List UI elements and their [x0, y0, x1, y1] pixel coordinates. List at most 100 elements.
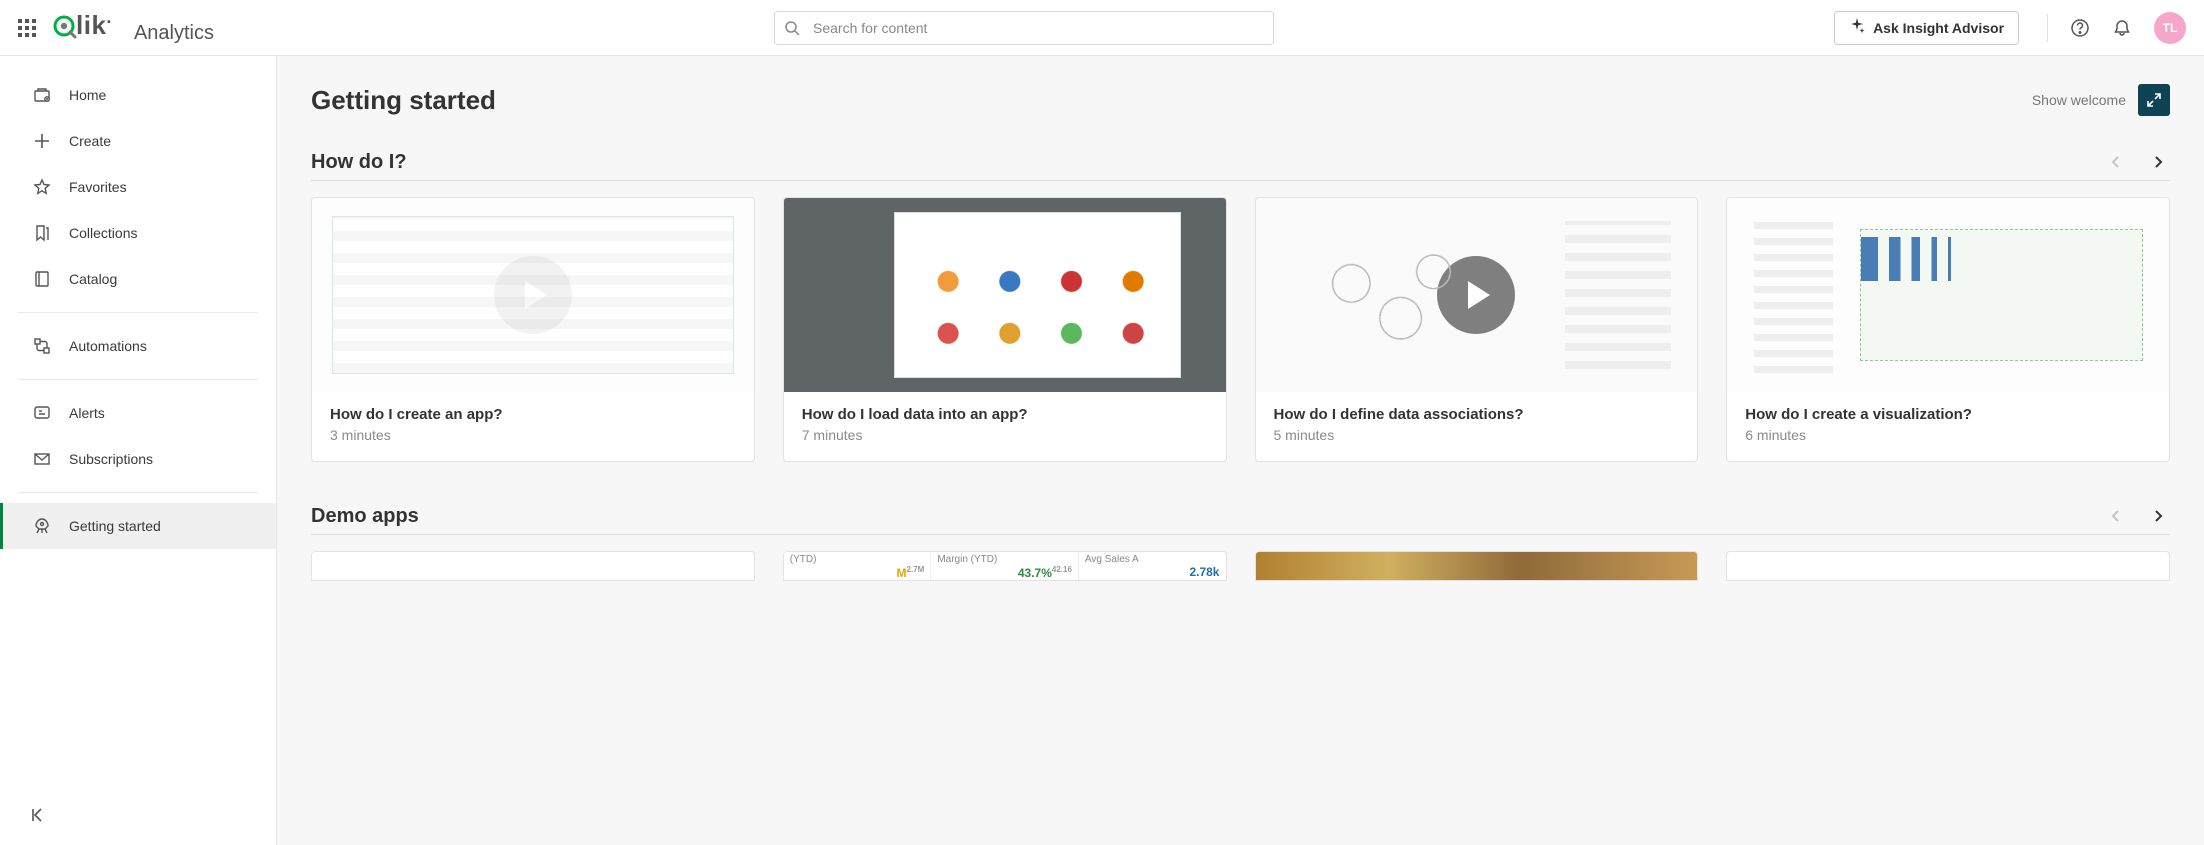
demo-app-card[interactable]	[1255, 551, 1699, 581]
video-thumbnail	[1727, 198, 2169, 392]
metric-label: (YTD)	[790, 554, 925, 565]
star-icon	[33, 178, 51, 196]
sidebar-item-label: Home	[69, 87, 106, 103]
ask-insight-advisor-button[interactable]: Ask Insight Advisor	[1834, 11, 2019, 45]
search-input[interactable]	[774, 11, 1274, 45]
sidebar-item-catalog[interactable]: Catalog	[0, 256, 276, 302]
video-duration: 7 minutes	[802, 427, 1208, 443]
search-icon	[784, 20, 800, 36]
expand-icon	[2147, 93, 2161, 107]
sidebar-item-home[interactable]: Home	[0, 72, 276, 118]
carousel-next-button[interactable]	[2146, 504, 2170, 528]
rocket-icon	[33, 517, 51, 535]
play-icon	[966, 256, 1044, 334]
sidebar-item-label: Alerts	[69, 405, 105, 421]
metric-label: Margin (YTD)	[937, 554, 1072, 565]
sidebar-item-favorites[interactable]: Favorites	[0, 164, 276, 210]
mail-icon	[33, 450, 51, 468]
toggle-welcome-button[interactable]	[2138, 84, 2170, 116]
divider	[311, 534, 2170, 535]
main-content: Getting started Show welcome How do I?	[277, 56, 2204, 845]
bookmark-icon	[33, 224, 51, 242]
product-name: Analytics	[134, 22, 214, 45]
how-do-i-cards: How do I create an app? 3 minutes How do…	[311, 197, 2170, 462]
video-title: How do I create a visualization?	[1745, 406, 2151, 423]
video-thumbnail	[784, 198, 1226, 392]
ask-insight-advisor-label: Ask Insight Advisor	[1873, 20, 2004, 36]
notifications-icon[interactable]	[2112, 18, 2132, 38]
divider	[18, 312, 258, 313]
sidebar-item-subscriptions[interactable]: Subscriptions	[0, 436, 276, 482]
section-title: Demo apps	[311, 505, 419, 528]
sidebar-item-label: Catalog	[69, 271, 117, 287]
metric-value: M	[897, 566, 907, 580]
chevron-right-icon	[2151, 509, 2165, 523]
section-head-how-do-i: How do I?	[311, 150, 2170, 174]
video-card-associations[interactable]: How do I define data associations? 5 min…	[1255, 197, 1699, 462]
sidebar-item-getting-started[interactable]: Getting started	[0, 503, 276, 549]
brand-q-icon	[52, 13, 78, 39]
sidebar-item-label: Automations	[69, 338, 147, 354]
sidebar-item-label: Favorites	[69, 179, 127, 195]
show-welcome-label: Show welcome	[2032, 92, 2126, 108]
collapse-sidebar-button[interactable]	[0, 792, 276, 833]
help-icon[interactable]	[2070, 18, 2090, 38]
topbar: lik. Analytics Ask Insight Advisor TL	[0, 0, 2204, 56]
demo-app-card[interactable]	[1726, 551, 2170, 581]
sidebar-item-label: Subscriptions	[69, 451, 153, 467]
sidebar-item-create[interactable]: Create	[0, 118, 276, 164]
metric-label: Avg Sales A	[1085, 554, 1220, 565]
sidebar-item-label: Getting started	[69, 518, 161, 534]
carousel-next-button[interactable]	[2146, 150, 2170, 174]
video-title: How do I define data associations?	[1274, 406, 1680, 423]
video-title: How do I create an app?	[330, 406, 736, 423]
page-title: Getting started	[311, 85, 496, 116]
divider	[18, 379, 258, 380]
automations-icon	[33, 337, 51, 355]
brand-logo[interactable]: lik. Analytics	[52, 10, 214, 45]
video-thumbnail	[312, 198, 754, 392]
section-title: How do I?	[311, 151, 407, 174]
video-duration: 3 minutes	[330, 427, 736, 443]
video-card-load-data[interactable]: How do I load data into an app? 7 minute…	[783, 197, 1227, 462]
plus-icon	[33, 132, 51, 150]
sidebar-item-label: Collections	[69, 225, 137, 241]
video-card-visualization[interactable]: How do I create a visualization? 6 minut…	[1726, 197, 2170, 462]
section-head-demo-apps: Demo apps	[311, 504, 2170, 528]
chevron-left-icon	[2109, 509, 2123, 523]
sidebar-item-label: Create	[69, 133, 111, 149]
catalog-icon	[33, 270, 51, 288]
home-icon	[33, 86, 51, 104]
user-avatar[interactable]: TL	[2154, 12, 2186, 44]
sparkle-icon	[1849, 18, 1865, 37]
divider	[18, 492, 258, 493]
divider	[311, 180, 2170, 181]
sidebar-item-collections[interactable]: Collections	[0, 210, 276, 256]
brand-wordmark: lik.	[52, 10, 112, 41]
sidebar-item-alerts[interactable]: Alerts	[0, 390, 276, 436]
play-icon	[1909, 256, 1987, 334]
video-thumbnail	[1256, 198, 1698, 392]
video-card-create-app[interactable]: How do I create an app? 3 minutes	[311, 197, 755, 462]
video-duration: 5 minutes	[1274, 427, 1680, 443]
demo-app-card[interactable]	[311, 551, 755, 581]
play-icon	[1437, 256, 1515, 334]
demo-app-card[interactable]: (YTD)M2.7M Margin (YTD)43.7%42.16 Avg Sa…	[783, 551, 1227, 581]
sidebar: Home Create Favorites Collections	[0, 56, 277, 845]
app-launcher-icon[interactable]	[18, 19, 36, 37]
carousel-prev-button[interactable]	[2104, 504, 2128, 528]
chevron-left-icon	[2109, 155, 2123, 169]
play-icon	[494, 256, 572, 334]
metric-value: 2.78k	[1189, 565, 1219, 579]
metric-value: 43.7%	[1018, 566, 1052, 580]
carousel-prev-button[interactable]	[2104, 150, 2128, 174]
chevron-right-icon	[2151, 155, 2165, 169]
video-title: How do I load data into an app?	[802, 406, 1208, 423]
alerts-icon	[33, 404, 51, 422]
video-duration: 6 minutes	[1745, 427, 2151, 443]
collapse-left-icon	[30, 806, 48, 824]
sidebar-item-automations[interactable]: Automations	[0, 323, 276, 369]
divider	[2047, 14, 2048, 42]
demo-apps-cards: (YTD)M2.7M Margin (YTD)43.7%42.16 Avg Sa…	[311, 551, 2170, 581]
global-search	[774, 11, 1274, 45]
